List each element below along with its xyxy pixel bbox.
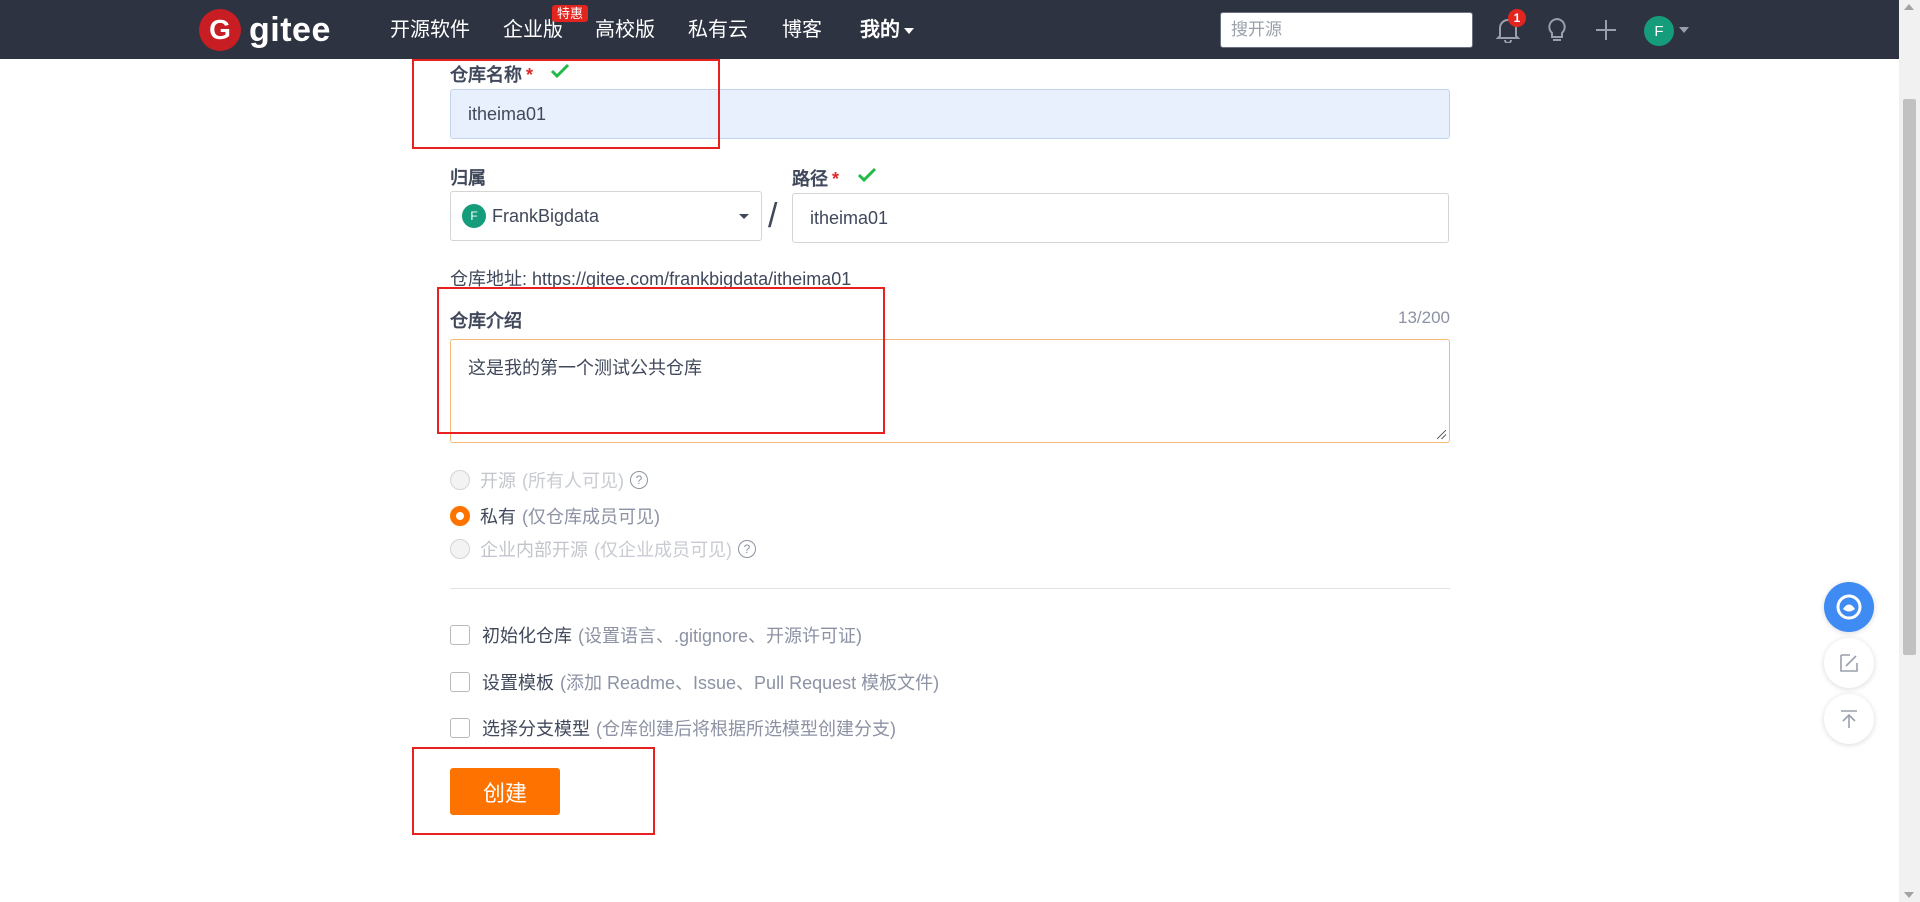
search-input[interactable]	[1220, 12, 1473, 48]
nav-mine-label: 我的	[860, 19, 900, 41]
option-label: 设置模板	[482, 673, 554, 693]
option-label: 选择分支模型	[482, 719, 590, 739]
option-hint: (设置语言、.gitignore、开源许可证)	[578, 626, 863, 646]
visibility-option-private[interactable]: 私有 (仅仓库成员可见)	[450, 503, 660, 529]
nav-open-source[interactable]: 开源软件	[390, 18, 470, 42]
checkbox-init-repo[interactable]	[450, 625, 470, 645]
option-branch-model[interactable]: 选择分支模型 (仓库创建后将根据所选模型创建分支)	[450, 715, 896, 741]
nav-blog[interactable]: 博客	[782, 18, 822, 42]
owner-value: FrankBigdata	[492, 205, 600, 226]
user-avatar[interactable]: F	[1644, 16, 1674, 46]
gitee-logo-text: gitee	[249, 10, 331, 49]
scroll-up-arrow-icon[interactable]	[1904, 4, 1914, 10]
visibility-option-hint: (仅仓库成员可见)	[522, 507, 660, 527]
lightbulb-icon[interactable]	[1543, 16, 1571, 44]
nav-mine-dropdown[interactable]: 我的	[860, 18, 914, 42]
chevron-down-icon	[904, 27, 914, 34]
repo-address-label: 仓库地址:	[450, 269, 528, 289]
resize-handle-icon[interactable]	[1437, 430, 1446, 439]
top-navbar: G gitee 开源软件 企业版 特惠 高校版 私有云 博客 我的 1 F	[0, 0, 1899, 59]
promo-badge: 特惠	[552, 5, 589, 22]
annotation-box-description	[437, 287, 885, 434]
path-separator: /	[768, 197, 778, 235]
section-divider	[450, 588, 1450, 589]
annotation-box-create	[412, 747, 655, 835]
nav-education[interactable]: 高校版	[595, 18, 655, 42]
visibility-option-label: 企业内部开源	[480, 540, 588, 560]
radio-internal[interactable]	[450, 539, 470, 559]
description-char-counter: 13/200	[1398, 308, 1450, 327]
path-label: 路径 *	[792, 169, 840, 189]
owner-label: 归属	[450, 168, 486, 188]
plus-icon[interactable]	[1592, 16, 1620, 44]
visibility-option-public[interactable]: 开源 (所有人可见) ?	[450, 467, 648, 493]
visibility-option-label: 开源	[480, 471, 516, 491]
avatar-chevron-down-icon[interactable]	[1679, 27, 1689, 33]
help-icon[interactable]: ?	[630, 471, 648, 489]
owner-avatar: F	[462, 204, 486, 228]
option-init-repo[interactable]: 初始化仓库 (设置语言、.gitignore、开源许可证)	[450, 622, 862, 648]
radio-public[interactable]	[450, 470, 470, 490]
scrollbar-thumb[interactable]	[1903, 99, 1916, 655]
visibility-option-internal[interactable]: 企业内部开源 (仅企业成员可见) ?	[450, 536, 756, 562]
back-to-top-icon[interactable]	[1824, 694, 1874, 744]
feedback-edit-icon[interactable]	[1824, 638, 1874, 688]
visibility-option-hint: (所有人可见)	[522, 471, 624, 491]
option-label: 初始化仓库	[482, 626, 572, 646]
nav-private-cloud[interactable]: 私有云	[688, 18, 748, 42]
help-icon[interactable]: ?	[738, 540, 756, 558]
path-input[interactable]: itheima01	[792, 193, 1449, 243]
gitee-logo-icon: G	[199, 9, 241, 51]
checkbox-branch-model[interactable]	[450, 718, 470, 738]
option-hint: (仓库创建后将根据所选模型创建分支)	[596, 719, 896, 739]
checkbox-template[interactable]	[450, 672, 470, 692]
notification-count-badge: 1	[1508, 9, 1526, 27]
visibility-option-hint: (仅企业成员可见)	[594, 540, 732, 560]
path-valid-check-icon	[857, 167, 877, 183]
option-hint: (添加 Readme、Issue、Pull Request 模板文件)	[560, 673, 940, 693]
owner-select[interactable]: F FrankBigdata	[450, 191, 762, 241]
radio-private[interactable]	[450, 506, 470, 526]
visibility-option-label: 私有	[480, 507, 516, 527]
option-template[interactable]: 设置模板 (添加 Readme、Issue、Pull Request 模板文件)	[450, 669, 939, 695]
scroll-down-arrow-icon[interactable]	[1904, 892, 1914, 898]
gitee-logo[interactable]: G gitee	[199, 9, 331, 51]
owner-chevron-down-icon	[739, 214, 749, 219]
assistant-float-icon[interactable]	[1824, 582, 1874, 632]
annotation-box-repo-name	[412, 59, 720, 149]
repo-address-url: https://gitee.com/frankbigdata/itheima01	[532, 269, 852, 289]
